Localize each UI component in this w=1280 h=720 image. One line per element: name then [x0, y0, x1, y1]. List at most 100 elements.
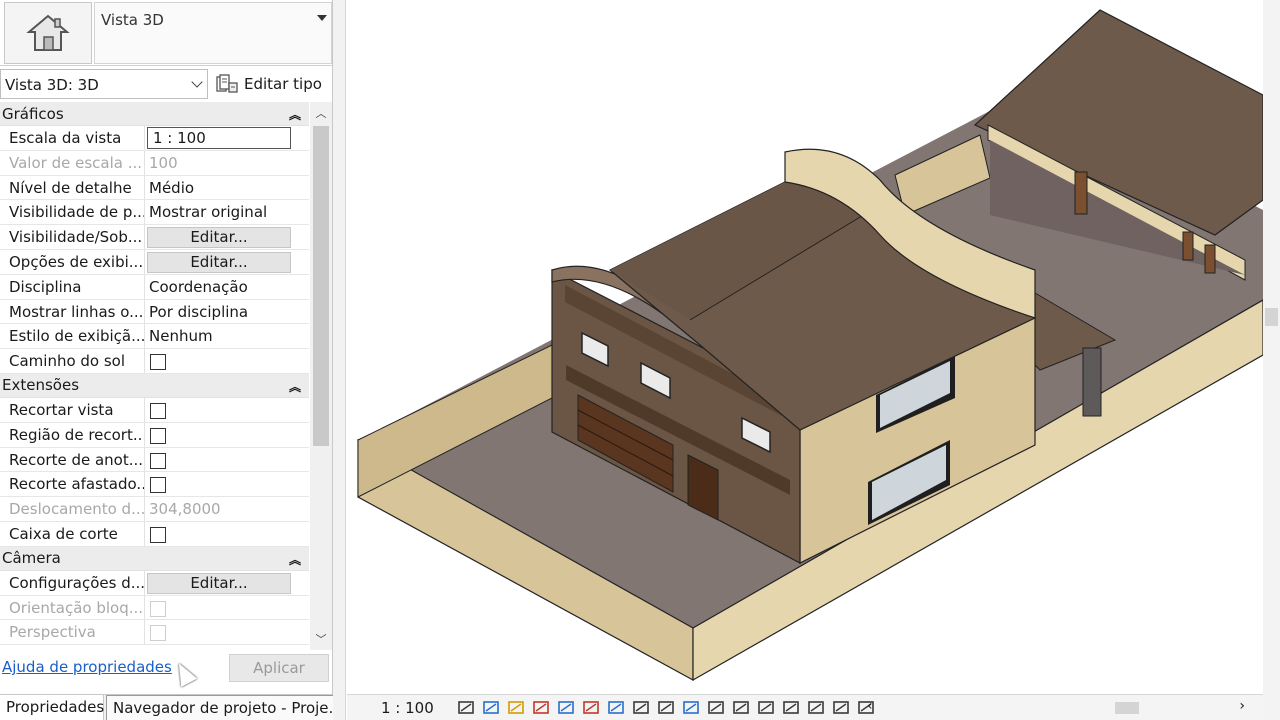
property-name: Visibilidade/Sob...	[0, 225, 145, 249]
scrollbar-thumb[interactable]	[1265, 308, 1278, 326]
property-value[interactable]	[145, 522, 309, 546]
collapse-icon[interactable]: ︽	[289, 106, 301, 123]
view-vertical-scrollbar[interactable]	[1263, 0, 1280, 720]
3d-view-canvas[interactable]	[347, 0, 1263, 694]
property-value[interactable]	[145, 472, 309, 496]
property-row: Opções de exibi... Editar...	[0, 249, 309, 275]
rendering-dialog-icon[interactable]	[832, 699, 851, 716]
edit-button[interactable]: Editar...	[147, 572, 291, 594]
property-value	[145, 620, 309, 644]
scroll-up-icon[interactable]: ︿	[310, 104, 332, 124]
property-row: Região de recort...	[0, 422, 309, 448]
scroll-down-icon[interactable]: ﹀	[310, 630, 332, 650]
panel-splitter[interactable]	[333, 0, 346, 720]
property-value[interactable]: Médio	[145, 176, 309, 200]
property-value[interactable]: Coordenação	[145, 275, 309, 299]
view-control-bar: 1 : 100 ‹ ›	[347, 694, 1263, 720]
property-row: Deslocamento d... 304,8000	[0, 497, 309, 522]
category-header[interactable]: Gráficos ︽	[0, 102, 309, 126]
instance-filter-select[interactable]: Vista 3D: 3D	[0, 69, 208, 99]
temporary-hide-icon[interactable]	[657, 699, 676, 716]
property-name: Perspectiva	[0, 620, 145, 645]
lock-view-icon[interactable]	[807, 699, 826, 716]
property-value-text: Coordenação	[149, 277, 248, 296]
dropdown-arrow-icon	[317, 15, 327, 21]
property-row: Recortar vista	[0, 397, 309, 423]
property-checkbox	[150, 625, 166, 642]
tab-project-browser[interactable]: Navegador de projeto - Proje...	[106, 695, 338, 720]
crop-view-icon[interactable]	[582, 699, 601, 716]
scrollbar-thumb[interactable]	[1115, 702, 1139, 714]
view-scale-input[interactable]: 1 : 100	[147, 127, 291, 149]
property-checkbox[interactable]	[150, 427, 166, 444]
property-name: Mostrar linhas o...	[0, 299, 145, 324]
property-row: Configurações d... Editar...	[0, 570, 309, 596]
property-name: Caminho do sol	[0, 349, 145, 373]
constraints-icon[interactable]	[782, 699, 801, 716]
scroll-right-icon[interactable]: ›	[1239, 698, 1245, 714]
property-value[interactable]: Nenhum	[145, 324, 309, 348]
reveal-hidden-icon[interactable]	[682, 699, 701, 716]
property-checkbox[interactable]	[150, 526, 166, 543]
sun-path-icon[interactable]	[507, 699, 526, 716]
unlock-3d-icon[interactable]	[632, 699, 651, 716]
show-crop-icon[interactable]	[607, 699, 626, 716]
property-value-text: Mostrar original	[149, 203, 268, 222]
edit-type-icon	[216, 74, 238, 93]
scrollbar-thumb[interactable]	[313, 126, 329, 446]
property-name: Caixa de corte	[0, 521, 145, 546]
category-header[interactable]: Extensões ︽	[0, 373, 309, 398]
property-row: Perspectiva	[0, 620, 309, 646]
property-name: Estilo de exibiçã...	[0, 324, 145, 349]
category-header[interactable]: Câmera ︽	[0, 546, 309, 571]
property-value[interactable]: Editar...	[145, 250, 309, 274]
property-name: Orientação bloq...	[0, 595, 145, 620]
type-name-dropdown[interactable]: Vista 3D	[94, 2, 332, 64]
apply-button[interactable]: Aplicar	[229, 654, 329, 682]
property-checkbox[interactable]	[150, 402, 166, 419]
property-row: Orientação bloq...	[0, 595, 309, 621]
property-value[interactable]: Editar...	[145, 225, 309, 249]
property-checkbox[interactable]	[150, 452, 166, 469]
view-scale-selector[interactable]: 1 : 100	[381, 699, 434, 717]
property-value[interactable]: 1 : 100	[145, 126, 309, 150]
type-selector[interactable]: Vista 3D	[0, 0, 333, 66]
property-value[interactable]	[145, 423, 309, 447]
revit-window: Vista 3D Vista 3D: 3D Editar tipo Gráfic…	[0, 0, 1280, 720]
worksharing-icon[interactable]	[707, 699, 726, 716]
property-row: Disciplina Coordenação	[0, 274, 309, 300]
property-value[interactable]	[145, 349, 309, 373]
property-name: Valor de escala ...	[0, 150, 145, 175]
edit-button[interactable]: Editar...	[147, 251, 291, 273]
property-row: Mostrar linhas o... Por disciplina	[0, 299, 309, 325]
collapse-icon[interactable]: ︽	[289, 551, 301, 568]
property-value[interactable]	[145, 448, 309, 472]
property-value[interactable]: Mostrar original	[145, 200, 309, 224]
render-icon[interactable]	[557, 699, 576, 716]
property-value[interactable]	[145, 398, 309, 422]
view-horizontal-scrollbar[interactable]: ‹ ›	[867, 698, 1245, 714]
house-model-3d	[357, 9, 1263, 682]
properties-scrollbar[interactable]: ︿ ﹀	[310, 102, 332, 650]
properties-help-link[interactable]: Ajuda de propriedades	[2, 658, 172, 676]
property-value[interactable]: Por disciplina	[145, 300, 309, 324]
analytical-model-icon[interactable]	[732, 699, 751, 716]
shadows-icon[interactable]	[532, 699, 551, 716]
detail-level-icon[interactable]	[457, 699, 476, 716]
scroll-left-icon[interactable]: ‹	[867, 698, 873, 714]
property-checkbox[interactable]	[150, 477, 166, 494]
highlight-displacement-icon[interactable]	[757, 699, 776, 716]
property-name: Recorte de anot...	[0, 447, 145, 472]
property-name: Deslocamento d...	[0, 497, 145, 521]
tab-properties[interactable]: Propriedades	[0, 695, 104, 720]
visual-style-icon[interactable]	[482, 699, 501, 716]
edit-button[interactable]: Editar...	[147, 227, 291, 249]
property-checkbox[interactable]	[150, 354, 166, 371]
chevron-down-icon	[191, 76, 203, 88]
edit-type-button[interactable]: Editar tipo	[214, 69, 332, 99]
property-name: Recorte afastado...	[0, 472, 145, 497]
palette-tabs: Propriedades Navegador de projeto - Proj…	[0, 694, 346, 720]
property-value[interactable]: Editar...	[145, 571, 309, 595]
collapse-icon[interactable]: ︽	[289, 378, 301, 395]
property-name: Escala da vista	[0, 126, 145, 150]
